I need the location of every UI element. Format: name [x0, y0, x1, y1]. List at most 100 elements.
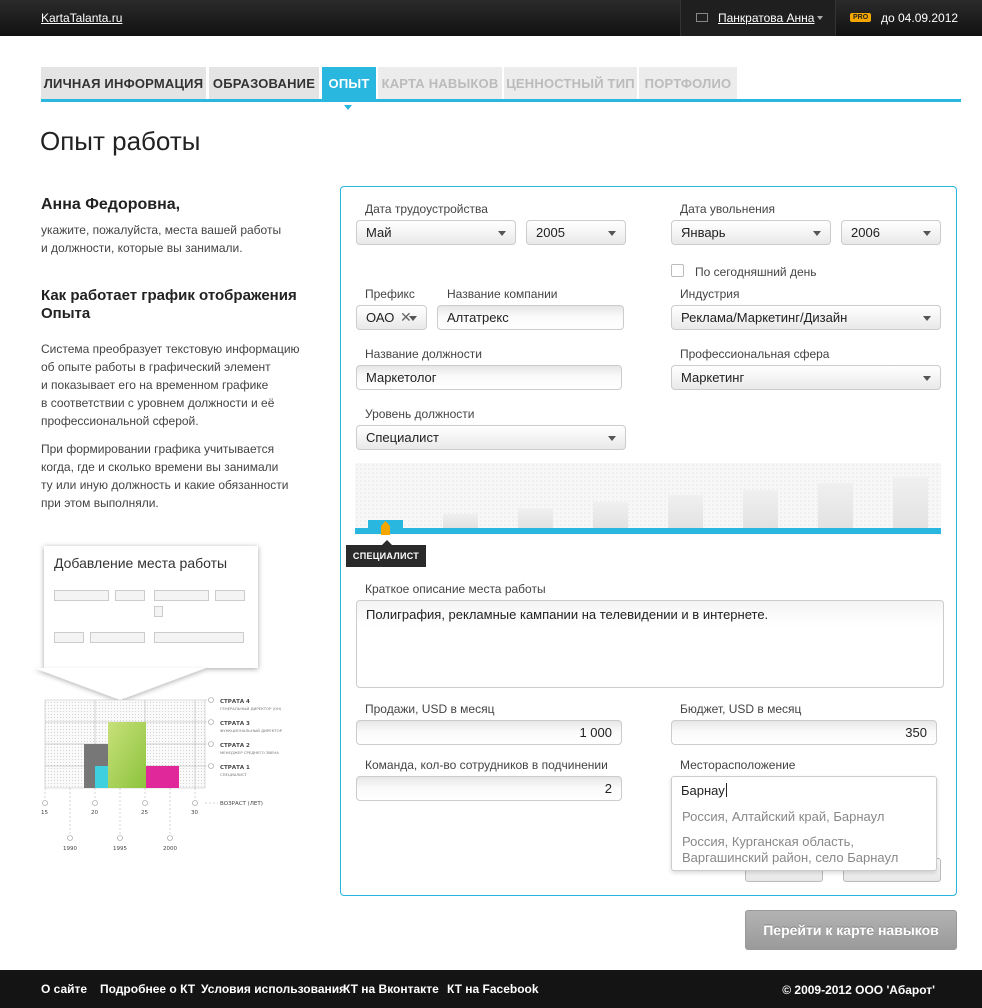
user-menu[interactable]: Панкратова Анна — [680, 0, 836, 36]
level-bar[interactable] — [893, 477, 928, 528]
strata-4-label: СТРАТА 4 — [220, 699, 250, 705]
prefix-select[interactable]: ОАО ✕ — [356, 305, 427, 330]
tab-personal-info[interactable]: ЛИЧНАЯ ИНФОРМАЦИЯ — [41, 67, 206, 100]
user-name-link[interactable]: Панкратова Анна — [718, 11, 814, 25]
industry-label: Индустрия — [680, 287, 740, 301]
location-autocomplete: Барнау Россия, Алтайский край, Барнаул Р… — [671, 776, 937, 871]
tab-experience[interactable]: ОПЫТ — [322, 67, 376, 100]
footer-link-facebook[interactable]: КТ на Facebook — [447, 982, 539, 996]
year-tick: 1990 — [63, 846, 77, 852]
location-suggestion[interactable]: Россия, Курганская область, Варгашинский… — [682, 834, 932, 866]
experience-graph-illustration: СТРАТА 4 ГЕНЕРАЛЬНЫЙ ДИРЕКТОР (ОН) СТРАТ… — [41, 697, 283, 852]
company-input[interactable]: Алтатрекс — [437, 305, 624, 330]
budget-input[interactable]: 350 — [671, 720, 937, 745]
strata-2-desc: МЕНЕДЖЕР СРЕДНЕГО ЗВЕНА — [220, 750, 279, 755]
age-tick: 15 — [41, 810, 48, 816]
pro-badge: PRO — [850, 13, 872, 22]
chevron-down-icon — [923, 316, 931, 321]
placeholder-field — [90, 632, 145, 643]
graph-bar — [95, 766, 108, 788]
user-card-icon — [696, 13, 708, 22]
graph-bar — [108, 722, 146, 788]
description-textarea[interactable]: Полиграфия, рекламные кампании на телеви… — [356, 600, 944, 688]
greeting: Анна Федоровна, — [41, 196, 181, 213]
location-input[interactable]: Барнау — [681, 783, 727, 798]
placeholder-field — [115, 590, 145, 601]
age-tick: 20 — [91, 810, 98, 816]
hire-year-select[interactable]: 2005 — [526, 220, 626, 245]
placeholder-field — [154, 590, 209, 601]
illustration-card-title: Добавление места работы — [54, 555, 228, 571]
hire-month-select[interactable]: Май — [356, 220, 516, 245]
chevron-down-icon — [498, 231, 506, 236]
chevron-down-icon — [608, 231, 616, 236]
age-axis-label: ВОЗРАСТ (ЛЕТ) — [220, 801, 263, 807]
position-label: Название должности — [365, 347, 482, 361]
sales-label: Продажи, USD в месяц — [365, 702, 495, 716]
level-bar[interactable] — [668, 495, 703, 528]
chevron-down-icon — [923, 231, 931, 236]
location-suggestion[interactable]: Россия, Алтайский край, Барнаул — [682, 809, 932, 825]
hire-date-label: Дата трудоустройства — [365, 202, 488, 216]
present-checkbox[interactable] — [671, 264, 684, 277]
location-label: Месторасположение — [680, 758, 796, 772]
chevron-down-icon[interactable] — [817, 16, 823, 20]
placeholder-field — [54, 632, 84, 643]
team-input[interactable]: 2 — [356, 776, 622, 801]
description-label: Краткое описание места работы — [365, 582, 546, 596]
footer-link-terms[interactable]: Условия использования — [201, 982, 346, 996]
placeholder-field — [54, 590, 109, 601]
team-label: Команда, кол-во сотрудников в подчинении — [365, 758, 608, 772]
chevron-down-icon — [813, 231, 821, 236]
subscription-date: до 04.09.2012 — [881, 11, 959, 25]
prefix-label: Префикс — [365, 287, 415, 301]
industry-select[interactable]: Реклама/Маркетинг/Дизайн — [671, 305, 941, 330]
level-bar[interactable] — [443, 514, 478, 528]
placeholder-checkbox — [154, 606, 163, 617]
strata-2-label: СТРАТА 2 — [220, 743, 250, 749]
level-bar[interactable] — [593, 502, 628, 528]
age-tick: 25 — [141, 810, 148, 816]
copyright: © 2009-2012 ООО 'Абарот' — [782, 983, 935, 997]
footer-link-more[interactable]: Подробнее о КТ — [100, 982, 195, 996]
company-label: Название компании — [447, 287, 558, 301]
chevron-down-icon — [409, 316, 417, 321]
level-tag: СПЕЦИАЛИСТ — [346, 540, 426, 567]
leave-date-label: Дата увольнения — [680, 202, 775, 216]
illustration-form-card: Добавление места работы — [44, 546, 258, 668]
how-it-works-paragraph-2: При формировании графика учитывается ког… — [41, 442, 289, 510]
year-tick: 1995 — [113, 846, 127, 852]
footer-link-vk[interactable]: КТ на Вконтакте — [343, 982, 439, 996]
how-it-works-paragraph-1: Система преобразует текстовую информацию… — [41, 342, 300, 428]
footer: О сайте Подробнее о КТ Условия использов… — [0, 970, 982, 1008]
footer-link-about[interactable]: О сайте — [41, 982, 87, 996]
level-track — [355, 528, 941, 534]
level-bar[interactable] — [518, 508, 553, 528]
tab-education[interactable]: ОБРАЗОВАНИЕ — [209, 67, 319, 100]
level-bar[interactable] — [818, 483, 853, 528]
level-label: Уровень должности — [365, 407, 475, 421]
chevron-down-icon — [923, 376, 931, 381]
leave-year-select[interactable]: 2006 — [841, 220, 941, 245]
placeholder-field — [215, 590, 245, 601]
strata-1-desc: СПЕЦИАЛИСТ — [220, 772, 248, 777]
level-bar[interactable] — [743, 490, 778, 528]
go-to-skills-map-button[interactable]: Перейти к карте навыков — [745, 910, 957, 950]
site-logo-link[interactable]: KartaTalanta.ru — [41, 11, 122, 25]
sphere-label: Профессиональная сфера — [680, 347, 830, 361]
tab-portfolio: ПОРТФОЛИО — [639, 67, 737, 100]
how-it-works-title: Как работает график отображения Опыта — [41, 287, 297, 322]
level-pin-icon[interactable] — [381, 521, 390, 535]
age-tick: 30 — [191, 810, 198, 816]
strata-4-desc: ГЕНЕРАЛЬНЫЙ ДИРЕКТОР (ОН) — [220, 706, 282, 711]
sales-input[interactable]: 1 000 — [356, 720, 622, 745]
chevron-down-icon — [608, 436, 616, 441]
level-select[interactable]: Специалист — [356, 425, 626, 450]
graph-bar — [146, 766, 179, 788]
sphere-select[interactable]: Маркетинг — [671, 365, 941, 390]
tabs-underline — [41, 99, 961, 102]
position-input[interactable]: Маркетолог — [356, 365, 622, 390]
tab-value-type: ЦЕННОСТНЫЙ ТИП — [504, 67, 637, 100]
leave-month-select[interactable]: Январь — [671, 220, 831, 245]
strata-3-label: СТРАТА 3 — [220, 721, 250, 727]
